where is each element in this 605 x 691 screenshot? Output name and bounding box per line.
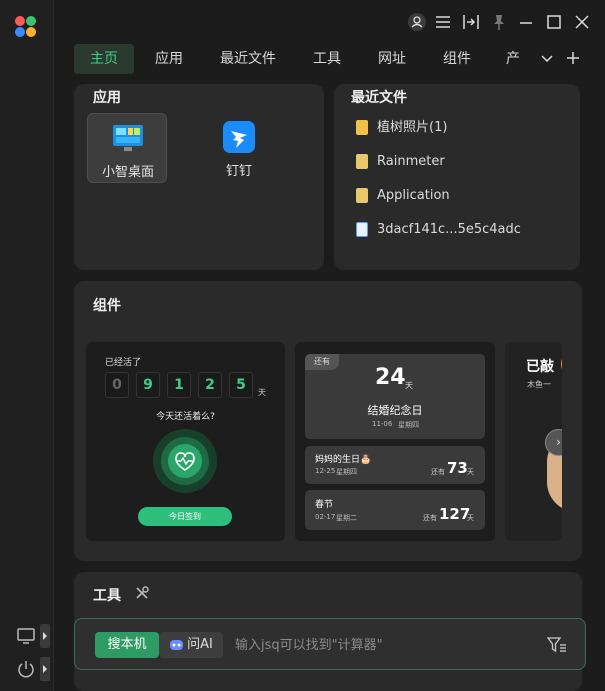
recent-file-name: 3dacf141c...5e5c4adc (377, 222, 521, 237)
power-button[interactable] (16, 657, 50, 681)
app-logo (15, 16, 37, 38)
monitor-expand-button[interactable] (40, 624, 50, 648)
recent-files-card (334, 84, 580, 270)
alive-caption: 已经活了 (105, 358, 142, 368)
user-icon[interactable] (407, 12, 427, 32)
alive-question: 今天还活着么? (156, 412, 215, 422)
search-input[interactable] (235, 632, 535, 658)
power-icon (18, 661, 34, 678)
ask-ai-tab[interactable]: 问AI (159, 632, 223, 658)
tab-home[interactable]: 主页 (74, 44, 134, 74)
wooden-fish-counter-icon (561, 355, 562, 373)
search-local-tab[interactable]: 搜本机 (95, 632, 159, 658)
event-unit: 天 (467, 468, 474, 476)
wooden-fish-widget[interactable]: 已敲 木鱼一 › (505, 342, 562, 541)
widgets-section-title: 组件 (93, 298, 121, 314)
app-label: 钉钉 (225, 164, 252, 179)
app-label: 小智桌面 (101, 165, 154, 180)
tools-section-title: 工具 (93, 588, 121, 604)
alive-unit: 天 (258, 388, 266, 397)
recent-file-name: Application (377, 188, 450, 203)
tab-widgets[interactable]: 组件 (430, 44, 484, 74)
wooden-fish-title: 已敲 (526, 359, 554, 375)
event-date: 12-25 (315, 467, 336, 475)
app-dingtalk[interactable]: 钉钉 (199, 113, 279, 183)
countdown-main-title: 结婚纪念日 (367, 404, 423, 417)
file-icon (356, 154, 368, 169)
tab-products[interactable]: 产 (502, 44, 524, 74)
event-weekday: 星期四 (336, 468, 357, 476)
doc-file-icon (356, 222, 368, 237)
tab-recent-files[interactable]: 最近文件 (210, 44, 286, 74)
add-tab-icon[interactable] (566, 51, 580, 65)
countdown-badge: 还有 (305, 354, 339, 370)
wrench-edit-icon[interactable] (134, 585, 150, 601)
monitor-icon (17, 628, 35, 644)
filter-icon[interactable] (547, 636, 567, 654)
file-icon (356, 188, 368, 203)
left-rail (0, 0, 54, 691)
recent-file-name: Rainmeter (377, 154, 445, 169)
pin-icon[interactable] (489, 12, 509, 32)
recent-file-name: 植树照片(1) (377, 120, 448, 135)
monitor-button[interactable] (16, 624, 50, 648)
alive-digit: 2 (198, 372, 222, 398)
event-date: 02-17 (315, 513, 336, 521)
event-prefix: 还有 (431, 468, 445, 476)
alive-digit: 5 (229, 372, 253, 398)
event-days: 127 (439, 505, 471, 523)
dock-side-icon[interactable] (461, 12, 481, 32)
countdown-main-unit: 天 (405, 381, 413, 390)
ask-ai-label: 问AI (187, 637, 213, 652)
search-bar: 搜本机 问AI (74, 618, 586, 670)
main-tabs: 主页 应用 最近文件 工具 网址 组件 产 (74, 44, 594, 74)
app-xiaozhi-desktop[interactable]: 小智桌面 (87, 113, 167, 183)
alive-digit: 1 (167, 372, 191, 398)
check-in-button[interactable]: 今日签到 (138, 507, 232, 526)
wooden-fish-subtitle: 木鱼一 (527, 380, 551, 389)
event-title: 春节 (315, 500, 334, 510)
alive-digit: 9 (136, 372, 160, 398)
dingtalk-icon (223, 121, 255, 153)
menu-icon[interactable] (433, 12, 453, 32)
tab-tools[interactable]: 工具 (300, 44, 354, 74)
alive-digit: 0 (105, 372, 129, 398)
recent-files-section-title: 最近文件 (351, 90, 407, 106)
countdown-main-weekday: 星期四 (398, 421, 419, 429)
power-expand-button[interactable] (40, 657, 50, 681)
tab-apps[interactable]: 应用 (142, 44, 196, 74)
event-prefix: 还有 (423, 514, 437, 522)
desktop-app-icon (113, 125, 143, 151)
maximize-icon[interactable] (544, 12, 564, 32)
robot-icon (170, 640, 183, 650)
event-unit: 天 (467, 514, 474, 522)
close-icon[interactable] (572, 12, 592, 32)
minimize-icon[interactable] (516, 12, 536, 32)
countdown-main-date: 11-06 (372, 420, 393, 428)
countdown-main-days: 24 (375, 365, 406, 390)
event-title: 妈妈的生日🎂 (315, 455, 372, 465)
event-weekday: 星期二 (336, 514, 357, 522)
tab-urls[interactable]: 网址 (365, 44, 419, 74)
heartbeat-icon (153, 429, 217, 493)
chevron-down-icon[interactable] (540, 53, 554, 65)
event-days: 73 (447, 459, 468, 477)
image-file-icon (356, 120, 368, 135)
apps-section-title: 应用 (93, 90, 121, 106)
